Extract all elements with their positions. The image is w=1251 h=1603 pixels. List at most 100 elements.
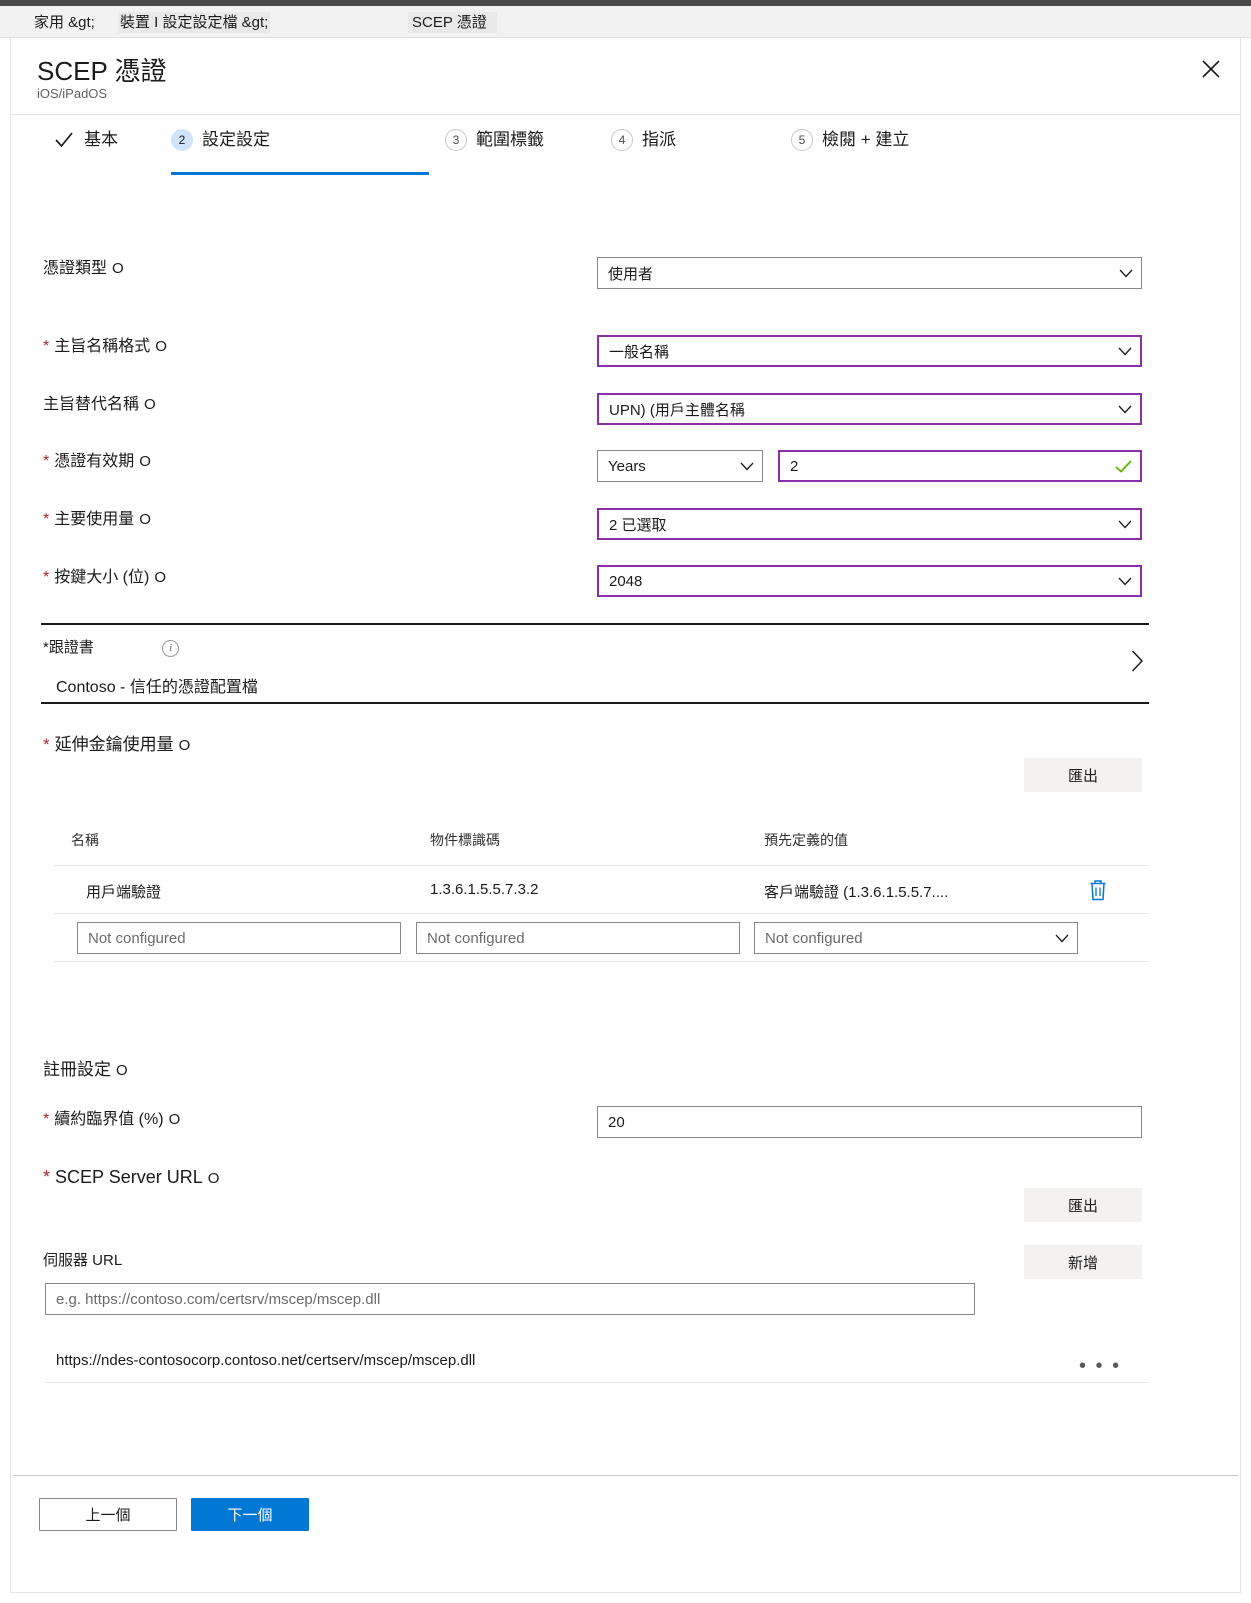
chevron-down-icon [1119,269,1133,277]
info-icon[interactable]: O [139,452,151,472]
info-icon[interactable]: O [154,568,166,588]
key-usage-label: * 主要使用量 O [43,510,151,530]
required-asterisk: * [43,338,50,355]
subject-name-format-value: 一般名稱 [609,343,670,361]
extended-key-usage-label: * 延伸金鑰使用量 O [43,735,190,756]
scep-url-list-value: https://ndes-contosocorp.contoso.net/cer… [56,1352,476,1369]
key-usage-select[interactable]: 2 已選取 [597,508,1142,540]
chevron-down-icon [740,462,754,470]
tab-step-number: 3 [445,129,467,151]
chevron-down-icon [1118,520,1132,528]
eku-new-predefined-placeholder: Not configured [765,929,863,947]
root-certificate-label-text: *跟證書 [43,639,94,656]
key-size-select[interactable]: 2048 [597,565,1142,597]
server-url-input[interactable]: e.g. https://contoso.com/certsrv/mscep/m… [45,1283,975,1315]
eku-new-name-input[interactable]: Not configured [77,922,401,954]
validity-period-unit-select[interactable]: Years [597,450,763,482]
tab-basics[interactable]: 基本 [53,129,118,175]
certificate-validity-period-label: * 憑證有效期 O [43,452,151,472]
scep-url-add-button[interactable]: 新增 [1024,1245,1142,1279]
enrollment-settings-label-text: 註冊設定 [43,1060,111,1079]
eku-column-header-oid: 物件標識碼 [430,832,500,848]
tab-step-number: 4 [611,129,633,151]
eku-cell-name: 用戶端驗證 [86,884,162,901]
tab-label: 範圍標籤 [476,130,544,149]
key-size-label-text: 按鍵大小 (位) [54,569,150,586]
ellipsis-icon[interactable]: • • • [1079,1356,1121,1376]
info-icon[interactable]: O [208,1169,220,1189]
extended-key-usage-label-text: 延伸金鑰使用量 [54,735,174,754]
tab-assignments[interactable]: 4 指派 [611,129,676,175]
tab-step-number: 5 [791,129,813,151]
eku-column-header-name: 名稱 [71,832,99,848]
eku-export-button[interactable]: 匯出 [1024,758,1142,792]
chevron-down-icon [1118,405,1132,413]
info-icon[interactable]: O [179,736,191,756]
scep-certificate-profile-page: 家用 &gt; 裝置 I 設定設定檔 &gt; SCEP 憑證 SCEP 憑證 … [0,0,1251,1603]
eku-new-oid-input[interactable]: Not configured [416,922,740,954]
close-icon[interactable] [1194,52,1228,86]
eku-cell-predefined: 客戶端驗證 (1.3.6.1.5.5.7.... [764,884,949,901]
key-usage-value: 2 已選取 [609,516,667,534]
eku-new-name-placeholder: Not configured [88,929,186,947]
eku-new-oid-placeholder: Not configured [427,929,525,947]
info-icon[interactable]: i [162,639,180,657]
breadcrumb-item-home[interactable]: 家用 &gt; [34,12,95,33]
info-icon[interactable]: O [169,1110,181,1130]
footer-divider [13,1475,1238,1476]
certificate-validity-period-label-text: 憑證有效期 [54,453,135,470]
key-size-value: 2048 [609,572,643,590]
scep-url-list-divider [45,1382,1149,1383]
server-url-placeholder: e.g. https://contoso.com/certsrv/mscep/m… [56,1290,381,1308]
tab-step-number: 2 [171,129,193,151]
subject-alternative-name-select[interactable]: UPN) (用戶主體名稱 [597,393,1142,425]
renewal-threshold-label: * 續約臨界值 (%) O [43,1110,180,1130]
chevron-down-icon [1118,347,1132,355]
key-usage-label-text: 主要使用量 [54,511,135,528]
info-icon[interactable]: O [144,395,156,415]
info-icon[interactable]: O [155,337,167,357]
tab-configuration-settings[interactable]: 2 設定設定 [171,129,429,175]
tab-label: 指派 [642,130,676,149]
required-asterisk: * [43,511,50,528]
validity-period-amount-value: 2 [790,457,799,475]
info-icon[interactable]: O [112,259,124,279]
checkmark-icon [53,129,75,151]
validity-period-amount-input[interactable]: 2 [778,450,1142,482]
chevron-right-icon[interactable] [1131,650,1144,677]
subject-name-format-label-text: 主旨名稱格式 [54,338,151,355]
tab-review-create[interactable]: 5 檢閱 + 建立 [791,129,909,175]
subject-name-format-select[interactable]: 一般名稱 [597,335,1142,367]
breadcrumb-item-devices-profiles[interactable]: 裝置 I 設定設定檔 &gt; [118,12,271,33]
subject-alternative-name-label-text: 主旨替代名稱 [43,396,140,413]
page-title: SCEP 憑證 [37,56,167,86]
info-icon[interactable]: O [139,510,151,530]
renewal-threshold-input[interactable]: 20 [597,1106,1142,1138]
certificate-type-label-text: 憑證類型 [43,260,108,277]
required-asterisk: * [43,453,50,470]
eku-column-header-predefined: 預先定義的值 [764,832,848,848]
next-button[interactable]: 下一個 [191,1498,309,1531]
certificate-type-value: 使用者 [608,265,654,283]
wizard-tabs: 基本 2 設定設定 3 範圍標籤 4 指派 5 檢閱 + 建立 [11,115,1240,175]
eku-table-divider-middle [54,913,1149,914]
trash-icon[interactable] [1087,878,1109,907]
breadcrumb-item-scep-certificate[interactable]: SCEP 憑證 [408,12,497,33]
eku-table-divider-bottom [54,961,1149,962]
validity-period-unit-value: Years [608,457,646,475]
eku-cell-oid: 1.3.6.1.5.5.7.3.2 [430,881,539,898]
tab-label: 設定設定 [202,130,270,149]
eku-new-predefined-select[interactable]: Not configured [754,922,1078,954]
scep-url-export-button[interactable]: 匯出 [1024,1188,1142,1222]
certificate-type-select[interactable]: 使用者 [597,257,1142,289]
root-certificate-value: Contoso - 信任的憑證配置檔 [56,679,258,696]
required-asterisk: * [43,735,50,754]
breadcrumb: 家用 &gt; 裝置 I 設定設定檔 &gt; SCEP 憑證 [0,6,1251,38]
root-certificate-label: *跟證書 i [43,636,180,657]
key-size-label: * 按鍵大小 (位) O [43,568,166,588]
tab-scope-tags[interactable]: 3 範圍標籤 [445,129,544,175]
info-icon[interactable]: O [116,1061,128,1081]
chevron-down-icon [1118,577,1132,585]
previous-button[interactable]: 上一個 [39,1498,177,1531]
required-asterisk: * [43,1167,51,1187]
